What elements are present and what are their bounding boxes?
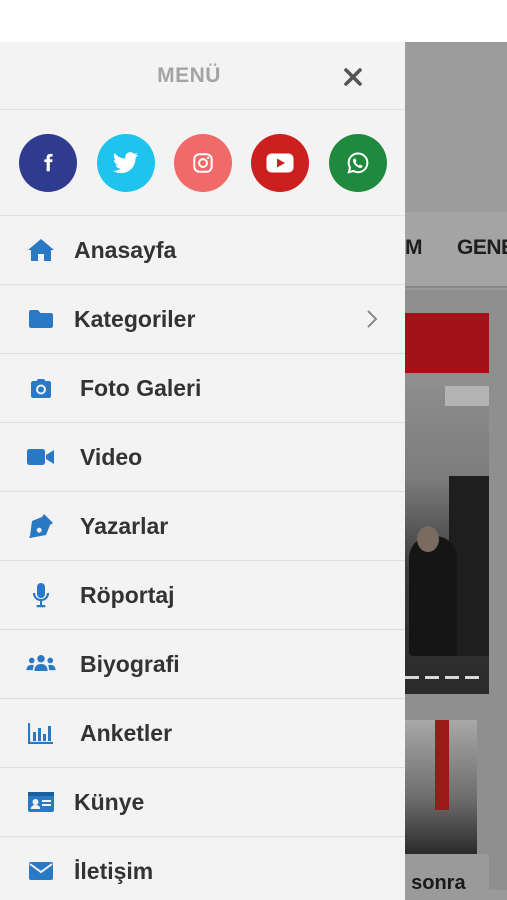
status-bar-area [0,0,507,42]
menu-item-kategoriler[interactable]: Kategoriler [0,285,405,354]
menu-item-label: Anketler [80,720,173,746]
menu-list: Anasayfa Kategoriler Foto Galeri Video Y… [0,216,405,900]
twitter-button[interactable] [97,134,155,192]
social-links [0,110,405,216]
whatsapp-button[interactable] [329,134,387,192]
pen-icon [26,492,56,560]
menu-item-iletisim[interactable]: İletişim [0,837,405,900]
news-caption: ı sonra [400,872,466,894]
menu-item-label: Biyografi [80,651,180,677]
close-button[interactable] [338,62,368,92]
menu-title: MENÜ [157,64,221,87]
menu-item-video[interactable]: Video [0,423,405,492]
instagram-button[interactable] [174,134,232,192]
headline-banner [405,313,489,373]
youtube-icon [266,153,294,173]
facebook-icon [44,153,53,172]
menu-item-label: Röportaj [80,582,175,608]
menu-item-label: Video [80,444,143,470]
chevron-right-icon [367,310,378,328]
instagram-icon [193,153,213,173]
menu-item-roportaj[interactable]: Röportaj [0,561,405,630]
close-icon [344,68,362,86]
home-icon [26,216,56,284]
video-camera-icon [26,423,56,491]
menu-item-label: Künye [74,789,145,815]
menu-item-label: İletişim [74,858,154,884]
camera-icon [26,354,56,422]
microphone-icon [26,561,56,629]
slider-photo [405,386,489,694]
whatsapp-icon [347,152,369,174]
menu-item-foto-galeri[interactable]: Foto Galeri [0,354,405,423]
users-icon [26,630,56,698]
nav-item-fragment: M [405,236,423,259]
menu-item-biyografi[interactable]: Biyografi [0,630,405,699]
menu-item-anasayfa[interactable]: Anasayfa [0,216,405,285]
envelope-icon [26,837,56,900]
menu-item-label: Foto Galeri [80,375,202,401]
facebook-button[interactable] [19,134,77,192]
drawer-header: MENÜ [0,42,405,110]
menu-item-anketler[interactable]: Anketler [0,699,405,768]
folder-icon [26,285,56,353]
youtube-button[interactable] [251,134,309,192]
bar-chart-icon [26,699,56,767]
site-header [405,42,507,212]
menu-item-kunye[interactable]: Künye [0,768,405,837]
nav-item-gene: GENE [457,236,507,259]
menu-item-label: Yazarlar [80,513,169,539]
twitter-icon [113,152,138,174]
side-menu-drawer: MENÜ Anasayfa Kategoriler Foto Galeri Vi… [0,42,405,900]
id-card-icon [26,768,56,836]
menu-item-yazarlar[interactable]: Yazarlar [0,492,405,561]
news-thumbnail [405,720,477,854]
menu-item-label: Kategoriler [74,306,196,332]
slider-dots [405,672,489,682]
menu-item-label: Anasayfa [74,237,177,263]
